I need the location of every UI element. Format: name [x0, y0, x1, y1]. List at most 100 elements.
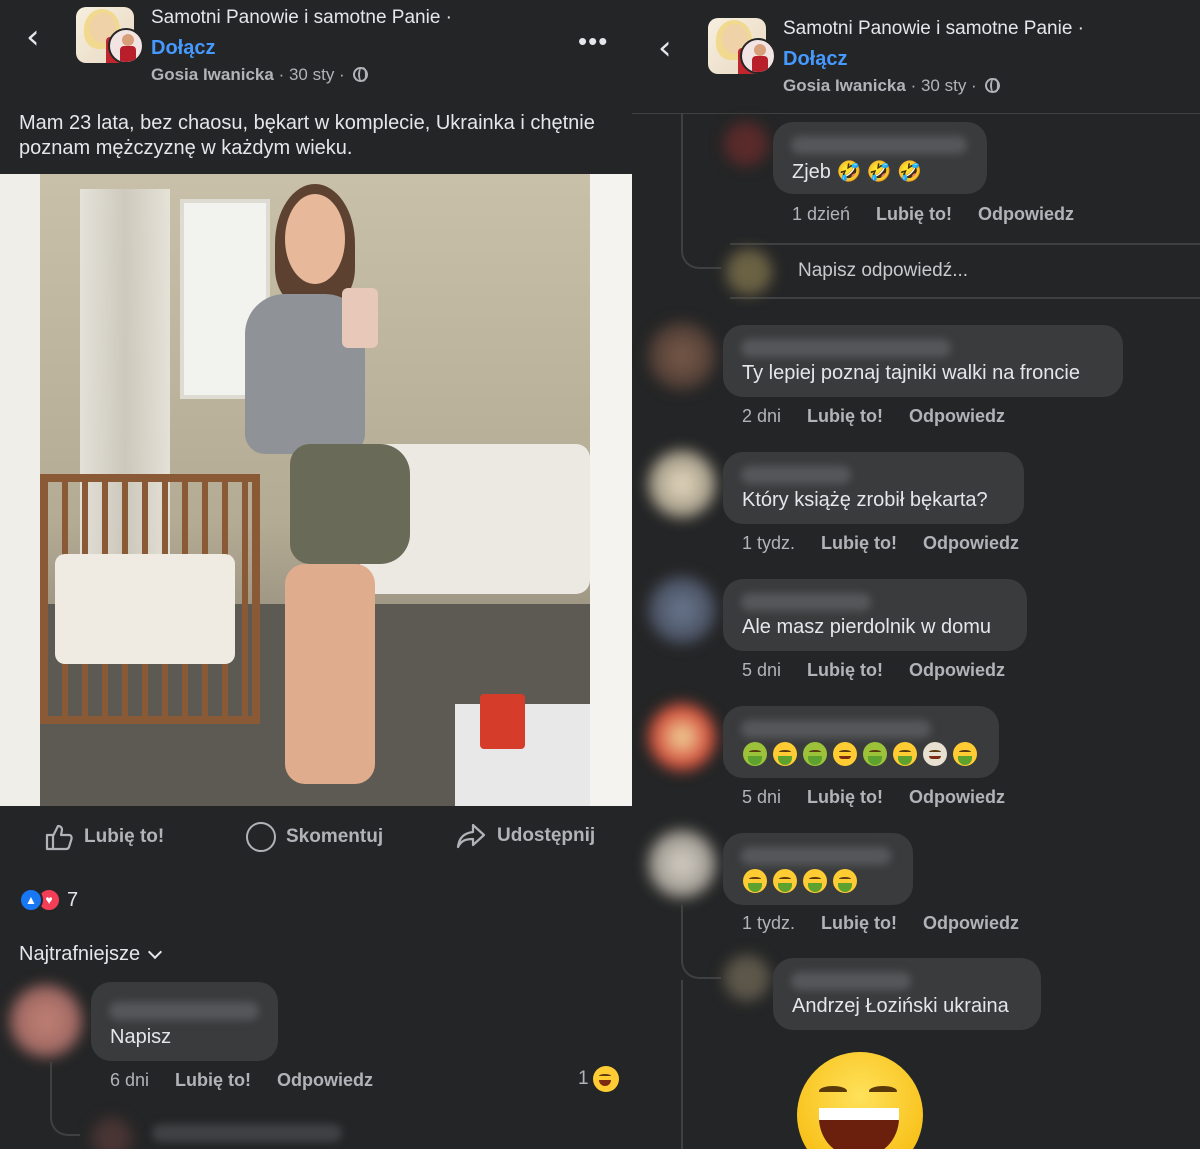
author-avatar[interactable] — [108, 28, 144, 64]
sick-face-icon — [743, 742, 767, 766]
comment-time: 2 dni — [742, 406, 782, 426]
comment-like-button[interactable]: Lubię to! — [807, 406, 883, 427]
back-arrow-icon[interactable]: ‹ — [658, 31, 672, 65]
vomit-face-icon — [833, 869, 857, 893]
vomit-face-icon — [773, 742, 797, 766]
comment-text: Który książę zrobił bękarta? — [742, 489, 988, 511]
share-button[interactable]: Udostępnij — [455, 822, 595, 850]
group-title[interactable]: Samotni Panowie i samotne Panie · — [151, 7, 452, 29]
comment-time: 5 dni — [742, 660, 782, 680]
comment-reactions[interactable]: 1 — [578, 1066, 625, 1092]
comment-meta: 1 tydz. Lubię to! Odpowiedz — [742, 533, 1019, 554]
comment-icon — [246, 822, 276, 852]
reply-thread-line — [681, 113, 721, 269]
post-date: · 30 sty · — [278, 65, 345, 84]
comment-bubble: Andrzej Łoziński ukraina — [773, 958, 1041, 1030]
author-avatar[interactable] — [740, 38, 776, 74]
like-label: Lubię to! — [84, 826, 165, 847]
more-options-icon[interactable]: ••• — [578, 26, 608, 57]
comment-emoji-row — [743, 742, 983, 766]
comment-text: Ale masz pierdolnik w domu — [742, 616, 991, 638]
commenter-avatar[interactable] — [648, 450, 716, 518]
sick-face-icon — [803, 742, 827, 766]
reaction-count: 7 — [67, 888, 79, 911]
join-button[interactable]: Dołącz — [783, 48, 847, 71]
vomit-face-icon — [803, 869, 827, 893]
author-name[interactable]: Gosia Iwanicka — [783, 76, 906, 95]
bandaged-face-icon — [923, 742, 947, 766]
comment-time: 5 dni — [742, 787, 782, 807]
comment-like-button[interactable]: Lubię to! — [821, 533, 897, 554]
comment-bubble: Napisz — [91, 982, 278, 1061]
thumbs-up-icon — [45, 824, 73, 851]
comment-reply-button[interactable]: Odpowiedz — [909, 406, 1005, 427]
commenter-name[interactable] — [741, 339, 951, 357]
comment-text: Andrzej Łoziński ukraina — [792, 995, 1009, 1017]
comment-bubble: Ty lepiej poznaj tajniki walki na fronci… — [723, 325, 1123, 397]
reply-name — [152, 1124, 342, 1142]
commenter-avatar[interactable] — [10, 985, 82, 1057]
commenter-avatar[interactable] — [648, 703, 716, 771]
comment-like-button[interactable]: Lubię to! — [175, 1070, 251, 1091]
comment-like-button[interactable]: Lubię to! — [807, 660, 883, 681]
commenter-avatar[interactable] — [724, 955, 770, 1001]
comment-bubble: Który książę zrobił bękarta? — [723, 452, 1024, 524]
sort-label: Najtrafniejsze — [19, 943, 141, 965]
comment-meta: 2 dni Lubię to! Odpowiedz — [742, 406, 1005, 427]
commenter-name[interactable] — [741, 593, 871, 611]
post-panel: ‹ Samotni Panowie i samotne Panie · Dołą… — [0, 0, 632, 1149]
comment-label: Skomentuj — [286, 826, 384, 847]
comment-reply-button[interactable]: Odpowiedz — [277, 1070, 373, 1091]
post-photo[interactable] — [0, 174, 632, 806]
comment-meta: 5 dni Lubię to! Odpowiedz — [742, 660, 1005, 681]
like-button[interactable]: Lubię to! — [44, 822, 164, 852]
commenter-avatar[interactable] — [648, 830, 716, 898]
post-meta: Gosia Iwanicka · 30 sty · — [783, 76, 1001, 96]
comment-reply-button[interactable]: Odpowiedz — [909, 660, 1005, 681]
join-button[interactable]: Dołącz — [151, 37, 215, 60]
back-arrow-icon[interactable]: ‹ — [26, 20, 40, 54]
comment-reaction-count: 1 — [578, 1068, 589, 1089]
comment-like-button[interactable]: Lubię to! — [807, 787, 883, 808]
commenter-name[interactable] — [791, 136, 967, 154]
comment-reply-button[interactable]: Odpowiedz — [909, 787, 1005, 808]
reply-input[interactable]: Napisz odpowiedź... — [798, 260, 968, 282]
comment-meta: 1 dzień Lubię to! Odpowiedz — [792, 204, 1074, 225]
commenter-name[interactable] — [741, 847, 891, 865]
comment-like-button[interactable]: Lubię to! — [876, 204, 952, 225]
commenter-name[interactable] — [741, 720, 931, 738]
commenter-name[interactable] — [791, 972, 911, 990]
comment-sort-dropdown[interactable]: Najtrafniejsze — [19, 943, 163, 966]
reply-thread-line — [681, 905, 721, 979]
comment-reply-button[interactable]: Odpowiedz — [923, 533, 1019, 554]
comment-meta: 6 dni Lubię to! Odpowiedz — [110, 1070, 373, 1091]
group-title[interactable]: Samotni Panowie i samotne Panie · — [783, 18, 1084, 40]
commenter-name[interactable] — [741, 466, 851, 484]
post-actions: Lubię to! Skomentuj Udostępnij — [0, 806, 632, 870]
comment-like-button[interactable]: Lubię to! — [821, 913, 897, 934]
globe-icon — [985, 78, 1001, 93]
commenter-avatar[interactable] — [648, 322, 716, 390]
author-name[interactable]: Gosia Iwanicka — [151, 65, 274, 84]
comment-bubble: Ale masz pierdolnik w domu — [723, 579, 1027, 651]
commenter-avatar[interactable] — [648, 576, 716, 644]
my-avatar — [726, 249, 772, 295]
vomit-face-icon — [953, 742, 977, 766]
commenter-avatar[interactable] — [724, 122, 768, 166]
reply-thread-line — [50, 1062, 80, 1136]
vomit-face-icon — [893, 742, 917, 766]
comment-text: Ty lepiej poznaj tajniki walki na fronci… — [742, 362, 1080, 384]
comment-time: 1 dzień — [792, 204, 851, 224]
comment-reply-button[interactable]: Odpowiedz — [923, 913, 1019, 934]
comment-button[interactable]: Skomentuj — [246, 822, 383, 852]
commenter-name[interactable] — [109, 1002, 259, 1020]
thread-line — [681, 980, 683, 1149]
reaction-summary[interactable]: ▲ ♥ 7 — [19, 888, 78, 912]
reply-avatar — [92, 1118, 132, 1149]
chevron-down-icon — [148, 944, 163, 959]
share-icon — [456, 823, 486, 849]
post-text: Mam 23 lata, bez chaosu, bękart w komple… — [19, 112, 595, 159]
comment-reply-button[interactable]: Odpowiedz — [978, 204, 1074, 225]
comment-time: 1 tydz. — [742, 913, 796, 933]
comment-bubble: Zjeb 🤣 🤣 🤣 — [773, 122, 987, 194]
